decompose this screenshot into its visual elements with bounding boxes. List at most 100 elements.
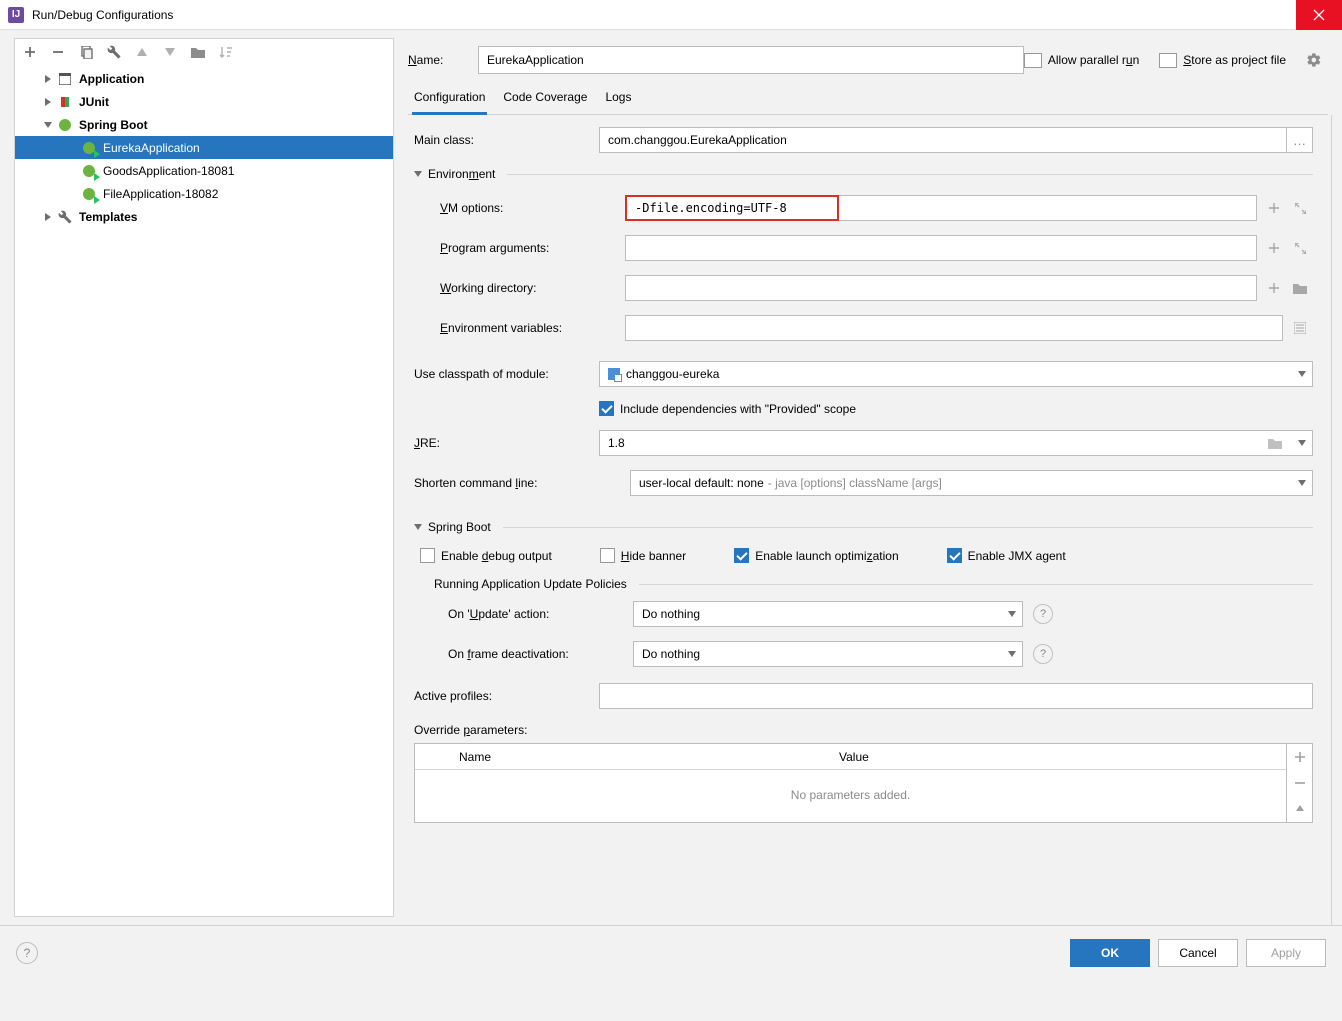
store-as-project-file-checkbox[interactable]: Store as project file <box>1159 53 1286 68</box>
plus-icon[interactable] <box>1287 744 1312 770</box>
vm-options-input-extension[interactable] <box>839 195 1257 221</box>
tree-label: EurekaApplication <box>103 141 200 155</box>
help-icon[interactable]: ? <box>1033 644 1053 664</box>
working-directory-label: Working directory: <box>440 281 625 295</box>
include-provided-checkbox[interactable]: Include dependencies with "Provided" sco… <box>599 401 856 416</box>
override-parameters-table: Name Value No parameters added. <box>414 743 1287 823</box>
enable-debug-output-checkbox[interactable]: Enable debug output <box>420 548 552 563</box>
name-input[interactable] <box>478 46 1024 74</box>
ij-icon: IJ <box>8 7 24 23</box>
working-directory-input[interactable] <box>625 275 1257 301</box>
module-icon <box>608 368 620 380</box>
chevron-down-icon <box>41 121 55 129</box>
folder-icon[interactable] <box>1287 275 1313 301</box>
remove-icon[interactable] <box>49 43 67 61</box>
program-arguments-label: Program arguments: <box>440 241 625 255</box>
vm-options-input[interactable] <box>625 195 839 221</box>
on-frame-deactivation-label: On frame deactivation: <box>448 647 633 661</box>
allow-parallel-run-checkbox[interactable]: Allow parallel run <box>1024 53 1139 68</box>
enable-jmx-agent-checkbox[interactable]: Enable JMX agent <box>947 548 1066 563</box>
help-icon[interactable]: ? <box>1033 604 1053 624</box>
tree-item-spring-boot[interactable]: Spring Boot <box>15 113 393 136</box>
spring-run-icon <box>81 186 97 202</box>
tree-item-goods[interactable]: GoodsApplication-18081 <box>15 159 393 182</box>
environment-label: Environment <box>428 167 495 181</box>
active-profiles-label: Active profiles: <box>414 689 599 703</box>
plus-icon[interactable] <box>1261 275 1287 301</box>
wrench-icon <box>57 209 73 225</box>
main-class-input[interactable] <box>599 127 1287 153</box>
on-update-label: On 'Update' action: <box>448 607 633 621</box>
up-icon[interactable] <box>133 43 151 61</box>
sort-icon[interactable] <box>217 43 235 61</box>
titlebar: IJ Run/Debug Configurations <box>0 0 1342 30</box>
spring-boot-label: Spring Boot <box>428 520 491 534</box>
save-icon[interactable] <box>105 43 123 61</box>
program-arguments-input[interactable] <box>625 235 1257 261</box>
tab-code-coverage[interactable]: Code Coverage <box>501 84 589 114</box>
expand-icon[interactable] <box>1287 195 1313 221</box>
folder-icon[interactable] <box>1268 437 1282 449</box>
configuration-form-scroll[interactable]: Main class: … Environment VM options: <box>408 115 1332 925</box>
tree-item-eureka[interactable]: EurekaApplication <box>15 136 393 159</box>
jre-select[interactable]: 1.8 <box>599 430 1313 456</box>
shorten-command-line-select[interactable]: user-local default: none - java [options… <box>630 470 1313 496</box>
name-label: Name: <box>408 53 478 67</box>
active-profiles-input[interactable] <box>599 683 1313 709</box>
enable-launch-optimization-checkbox[interactable]: Enable launch optimization <box>734 548 898 563</box>
tree-label: Application <box>79 72 144 86</box>
window-title: Run/Debug Configurations <box>32 8 1296 22</box>
hide-banner-checkbox[interactable]: Hide banner <box>600 548 686 563</box>
list-icon[interactable] <box>1287 315 1313 341</box>
plus-icon[interactable] <box>1261 235 1287 261</box>
ok-button[interactable]: OK <box>1070 939 1150 967</box>
chevron-right-icon <box>41 213 55 221</box>
junit-icon <box>57 94 73 110</box>
browse-class-button[interactable]: … <box>1287 127 1313 153</box>
sidebar: Application JUnit Spring Boot EurekaAppl… <box>14 38 394 917</box>
tree-item-file[interactable]: FileApplication-18082 <box>15 182 393 205</box>
sidebar-toolbar <box>15 39 393 65</box>
application-icon <box>57 71 73 87</box>
cancel-button[interactable]: Cancel <box>1158 939 1238 967</box>
up-icon[interactable] <box>1287 796 1312 822</box>
tree-item-application[interactable]: Application <box>15 67 393 90</box>
folder-icon[interactable] <box>189 43 207 61</box>
tree-item-templates[interactable]: Templates <box>15 205 393 228</box>
add-icon[interactable] <box>21 43 39 61</box>
copy-icon[interactable] <box>77 43 95 61</box>
col-value-header: Value <box>839 750 1286 764</box>
plus-icon[interactable] <box>1261 195 1287 221</box>
classpath-module-label: Use classpath of module: <box>414 367 599 381</box>
expand-icon[interactable] <box>1287 235 1313 261</box>
chevron-right-icon <box>41 75 55 83</box>
down-icon[interactable] <box>161 43 179 61</box>
tree-label: GoodsApplication-18081 <box>103 164 234 178</box>
close-button[interactable] <box>1296 0 1342 30</box>
tree-label: JUnit <box>79 95 109 109</box>
tree-item-junit[interactable]: JUnit <box>15 90 393 113</box>
apply-button[interactable]: Apply <box>1246 939 1326 967</box>
classpath-module-select[interactable]: changgou-eureka <box>599 361 1313 387</box>
tree-label: Spring Boot <box>79 118 148 132</box>
environment-variables-input[interactable] <box>625 315 1283 341</box>
shorten-command-line-label: Shorten command line: <box>414 476 630 490</box>
on-update-select[interactable]: Do nothing <box>633 601 1023 627</box>
spring-run-icon <box>81 140 97 156</box>
chevron-right-icon <box>41 98 55 106</box>
spring-boot-section[interactable]: Spring Boot <box>414 520 1313 534</box>
environment-section[interactable]: Environment <box>414 167 1313 181</box>
vm-options-label: VM options: <box>440 201 625 215</box>
environment-variables-label: Environment variables: <box>440 321 625 335</box>
no-params-message: No parameters added. <box>415 770 1286 820</box>
main-class-label: Main class: <box>414 133 599 147</box>
tab-logs[interactable]: Logs <box>603 84 633 114</box>
tree-label: Templates <box>79 210 137 224</box>
footer: ? OK Cancel Apply <box>0 925 1342 979</box>
minus-icon[interactable] <box>1287 770 1312 796</box>
on-frame-deactivation-select[interactable]: Do nothing <box>633 641 1023 667</box>
help-button[interactable]: ? <box>16 942 38 964</box>
gear-icon[interactable] <box>1306 52 1322 68</box>
tab-configuration[interactable]: Configuration <box>412 84 487 115</box>
override-parameters-label: Override parameters: <box>414 723 527 737</box>
